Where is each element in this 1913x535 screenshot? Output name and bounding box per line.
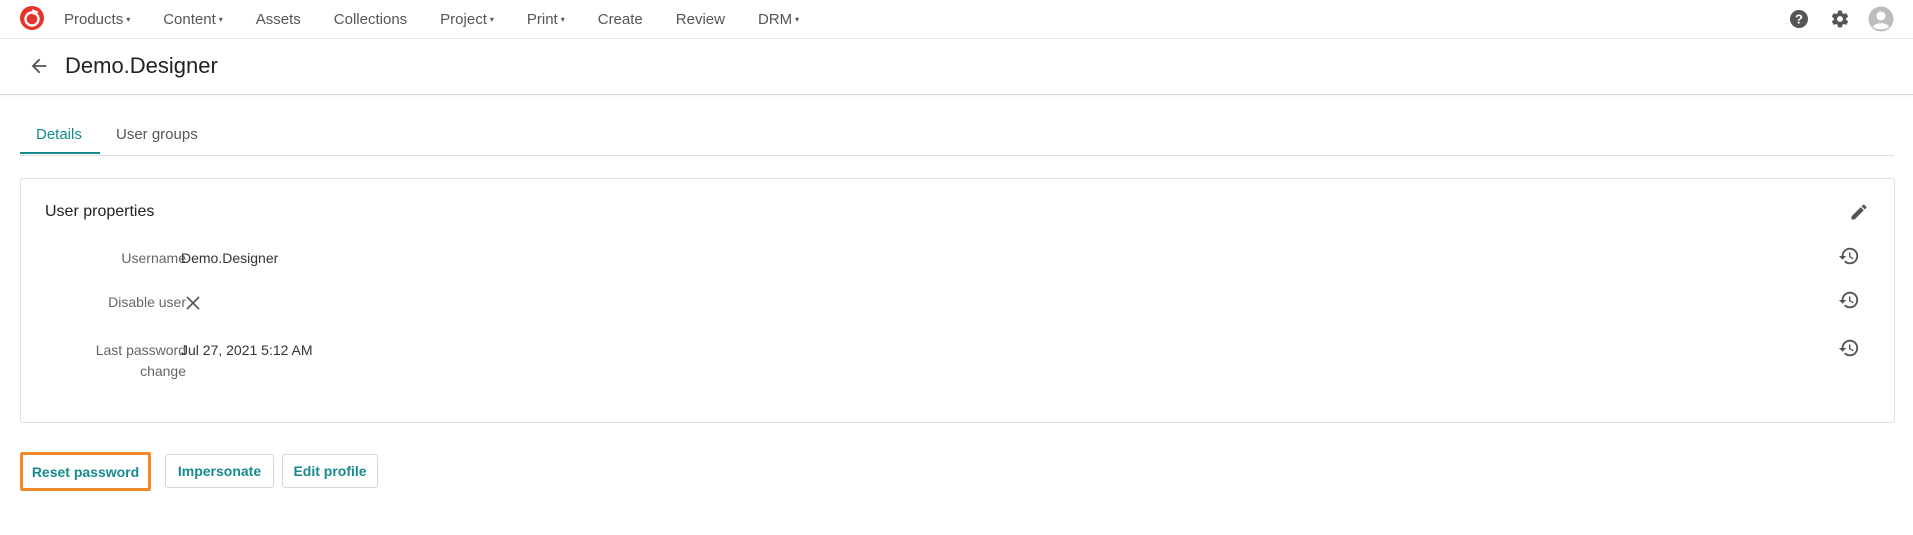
edit-profile-button[interactable]: Edit profile	[282, 454, 378, 488]
nav-item-project[interactable]: Project ▾	[440, 11, 494, 28]
nav-item-assets[interactable]: Assets	[256, 11, 301, 28]
active-tab-indicator	[20, 152, 100, 154]
chevron-down-icon: ▾	[218, 14, 223, 24]
nav-menu: Products ▾ Content ▾ Assets Collections Pr…	[64, 0, 832, 38]
chevron-down-icon: ▾	[795, 14, 800, 24]
nav-item-collections[interactable]: Collections	[334, 11, 407, 28]
back-arrow-icon[interactable]	[28, 55, 50, 77]
history-icon[interactable]	[1838, 245, 1860, 267]
nav-item-products[interactable]: Products ▾	[64, 11, 130, 28]
chevron-down-icon: ▾	[489, 14, 494, 24]
chevron-down-icon: ▾	[126, 14, 131, 24]
nav-item-review[interactable]: Review	[676, 11, 725, 28]
last-password-change-label: Last password change	[95, 342, 186, 379]
page-header: Demo.Designer	[0, 39, 1913, 95]
page-title: Demo.Designer	[65, 53, 218, 78]
reset-password-button[interactable]: Reset password	[20, 452, 151, 491]
nav-item-content[interactable]: Content ▾	[163, 11, 223, 28]
tab-bar: Details User groups	[20, 118, 1894, 156]
help-icon[interactable]: ?	[1789, 9, 1809, 29]
history-icon[interactable]	[1838, 289, 1860, 311]
panel-title: User properties	[45, 203, 155, 220]
tab-details[interactable]: Details	[36, 126, 82, 143]
impersonate-button[interactable]: Impersonate	[165, 454, 274, 488]
close-icon	[186, 296, 200, 310]
app-logo-icon[interactable]	[19, 5, 45, 31]
gear-icon[interactable]	[1830, 9, 1850, 29]
disable-user-label: Disable user	[108, 294, 186, 310]
svg-text:?: ?	[1795, 12, 1803, 27]
tab-user-groups[interactable]: User groups	[116, 126, 198, 143]
user-properties-panel: User properties Username Demo.Designer D…	[20, 178, 1895, 423]
nav-item-create[interactable]: Create	[598, 11, 643, 28]
edit-pencil-icon[interactable]	[1849, 202, 1869, 222]
nav-item-print[interactable]: Print ▾	[527, 11, 565, 28]
username-value: Demo.Designer	[181, 250, 279, 266]
last-password-change-value: Jul 27, 2021 5:12 AM	[181, 342, 313, 358]
chevron-down-icon: ▾	[560, 14, 565, 24]
username-label: Username	[121, 250, 186, 266]
avatar-icon[interactable]	[1868, 6, 1894, 32]
top-nav: Products ▾ Content ▾ Assets Collections Pr…	[0, 0, 1913, 39]
history-icon[interactable]	[1838, 337, 1860, 359]
nav-item-drm[interactable]: DRM ▾	[758, 11, 799, 28]
